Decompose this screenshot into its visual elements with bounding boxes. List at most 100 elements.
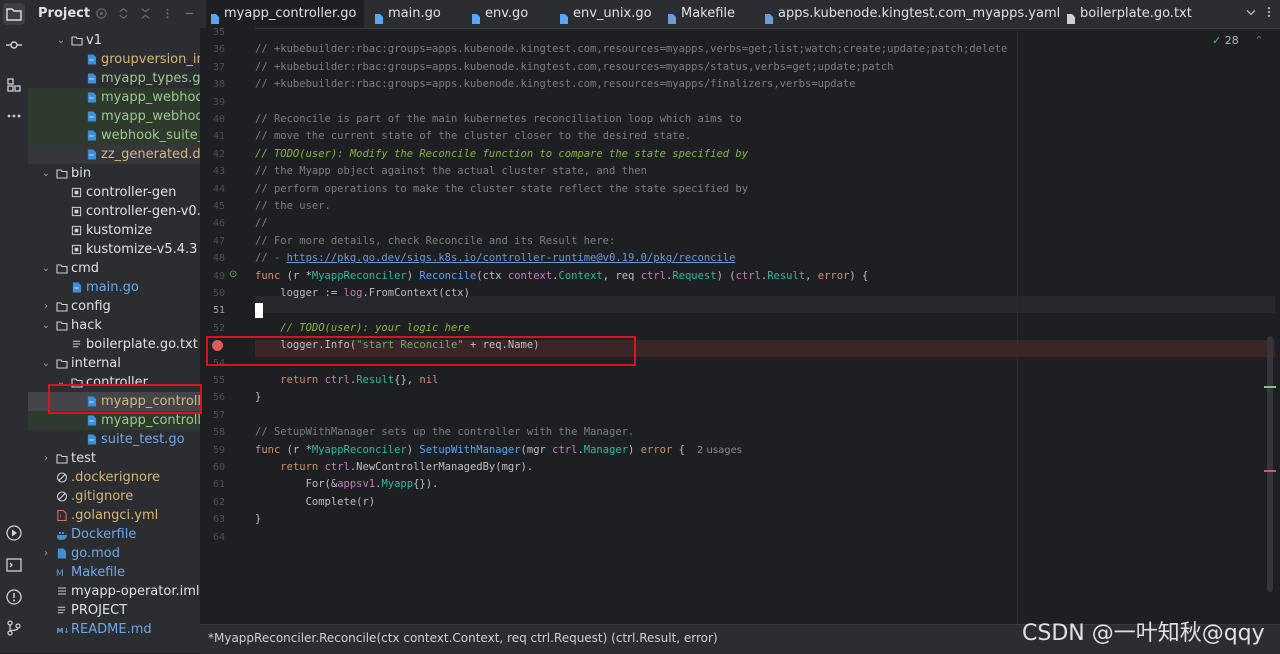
usages-hint[interactable]: 2 usages <box>697 442 742 459</box>
line-number[interactable]: 41 <box>200 128 225 145</box>
code-line[interactable]: // Reconcile is part of the main kuberne… <box>255 111 742 128</box>
tree-folder[interactable]: ⌄ v1 <box>28 31 200 50</box>
code-line[interactable]: return ctrl.Result{}, nil <box>255 372 438 389</box>
code-line[interactable]: } <box>255 511 261 528</box>
breadcrumb[interactable]: *MyappReconciler.Reconcile(ctx context.C… <box>208 628 718 648</box>
commit-icon[interactable] <box>3 34 25 56</box>
code-line[interactable]: // <box>255 215 268 232</box>
editor-menu-icon[interactable] <box>1262 4 1280 22</box>
line-number[interactable]: 36 <box>200 41 225 58</box>
line-number[interactable]: 56 <box>200 389 225 406</box>
chevron-right-icon[interactable]: › <box>41 449 51 468</box>
code-line[interactable]: func (r *MyappReconciler) Reconcile(ctx … <box>255 268 868 285</box>
tree-file[interactable]: › go.mod <box>28 544 200 563</box>
tree-file[interactable]: boilerplate.go.txt <box>28 335 200 354</box>
line-number[interactable]: 35 <box>200 24 225 41</box>
code-line[interactable]: // the user. <box>255 198 331 215</box>
chevron-up-icon[interactable]: ⌃ <box>1254 34 1263 47</box>
line-number[interactable]: 42 <box>200 146 225 163</box>
tree-folder[interactable]: ⌄ bin <box>28 164 200 183</box>
problems-icon[interactable] <box>3 586 25 608</box>
chevron-right-icon[interactable]: › <box>41 297 51 316</box>
chevron-down-icon[interactable]: ⌄ <box>41 316 51 335</box>
line-number[interactable]: 39 <box>200 94 225 111</box>
tree-file[interactable]: myapp_types.go <box>28 69 200 88</box>
code-line[interactable]: logger := log.FromContext(ctx) <box>255 285 470 302</box>
options-icon[interactable] <box>160 6 174 20</box>
line-number[interactable]: 63 <box>200 511 225 528</box>
tree-folder[interactable]: ⌄ internal <box>28 354 200 373</box>
code-line[interactable]: // the Myapp object against the actual c… <box>255 163 647 180</box>
code-line[interactable]: // +kubebuilder:rbac:groups=apps.kubenod… <box>255 59 893 76</box>
tab-apps-kubenode-kingtest-com-myapps-yaml[interactable]: apps.kubenode.kingtest.com_myapps.yaml <box>760 0 1060 28</box>
more-tools-icon[interactable] <box>3 105 25 127</box>
code-line[interactable]: } <box>255 389 261 406</box>
structure-icon[interactable] <box>3 74 25 96</box>
tree-file[interactable]: PROJECT <box>28 601 200 620</box>
line-number[interactable]: 47 <box>200 233 225 250</box>
tree-file[interactable]: .gitignore <box>28 487 200 506</box>
collapse-all-icon[interactable] <box>138 6 152 20</box>
chevron-down-icon[interactable]: ⌄ <box>41 259 51 278</box>
chevron-down-icon[interactable]: ⌄ <box>56 31 66 50</box>
line-number[interactable]: 64 <box>200 529 225 546</box>
line-number[interactable]: 60 <box>200 459 225 476</box>
line-number[interactable]: 43 <box>200 163 225 180</box>
tree-folder[interactable]: › test <box>28 449 200 468</box>
tree-file[interactable]: M Makefile <box>28 563 200 582</box>
tree-file[interactable]: groupversion_info.go <box>28 50 200 69</box>
tree-folder[interactable]: ⌄ hack <box>28 316 200 335</box>
code-line[interactable]: For(&appsv1.Myapp{}). <box>255 476 439 493</box>
run-icon[interactable] <box>3 522 25 544</box>
tab-boilerplate-go-txt[interactable]: boilerplate.go.txt <box>1062 0 1197 28</box>
code-line[interactable]: Complete(r) <box>255 494 376 511</box>
tree-file[interactable]: ! .golangci.yml <box>28 506 200 525</box>
tab-env-unix-go[interactable]: env_unix.go <box>555 0 655 28</box>
hide-panel-icon[interactable] <box>182 6 196 20</box>
expand-all-icon[interactable] <box>116 6 130 20</box>
tab-makefile[interactable]: Makefile <box>663 0 753 28</box>
tree-file[interactable]: zz_generated.deepcopy.go <box>28 145 200 164</box>
tree-file[interactable]: Dockerfile <box>28 525 200 544</box>
tree-folder[interactable]: › config <box>28 297 200 316</box>
code-line[interactable]: // +kubebuilder:rbac:groups=apps.kubenod… <box>255 41 1007 58</box>
line-number[interactable]: 49 <box>200 268 225 285</box>
line-number[interactable]: 62 <box>200 494 225 511</box>
code-view[interactable]: // +kubebuilder:rbac:groups=apps.kubenod… <box>255 28 1275 624</box>
line-number[interactable]: 58 <box>200 424 225 441</box>
code-line[interactable]: // SetupWithManager sets up the controll… <box>255 424 634 441</box>
tree-file[interactable]: myapp_webhook_test.go <box>28 107 200 126</box>
chevron-down-icon[interactable]: ⌄ <box>41 354 51 373</box>
line-number[interactable]: 50 <box>200 285 225 302</box>
locate-icon[interactable] <box>94 6 108 20</box>
tree-folder[interactable]: ⌄ cmd <box>28 259 200 278</box>
implements-icon[interactable]: ⊙ <box>229 269 237 280</box>
line-number[interactable]: 59 <box>200 442 225 459</box>
line-number[interactable]: 46 <box>200 215 225 232</box>
tree-file[interactable]: kustomize-v5.4.3 <box>28 240 200 259</box>
tab-main-go[interactable]: main.go <box>370 0 460 28</box>
code-line[interactable]: return ctrl.NewControllerManagedBy(mgr). <box>255 459 533 476</box>
tree-file[interactable]: kustomize <box>28 221 200 240</box>
code-line[interactable]: // - https://pkg.go.dev/sigs.k8s.io/cont… <box>255 250 735 267</box>
line-number[interactable]: 44 <box>200 181 225 198</box>
line-number[interactable]: 52 <box>200 320 225 337</box>
tab-env-go[interactable]: env.go <box>467 0 547 28</box>
tree-file[interactable]: webhook_suite_test.go <box>28 126 200 145</box>
tree-file[interactable]: myapp-operator.iml <box>28 582 200 601</box>
tree-file[interactable]: main.go <box>28 278 200 297</box>
tab-overflow-icon[interactable] <box>1244 4 1262 22</box>
line-number[interactable]: 40 <box>200 111 225 128</box>
tree-file[interactable]: .dockerignore <box>28 468 200 487</box>
code-line[interactable]: // move the current state of the cluster… <box>255 128 691 145</box>
tree-file[interactable]: controller-gen-v0. <box>28 202 200 221</box>
line-number[interactable]: 38 <box>200 76 225 93</box>
tree-file[interactable]: controller-gen <box>28 183 200 202</box>
line-number[interactable]: 61 <box>200 476 225 493</box>
line-number[interactable]: 57 <box>200 407 225 424</box>
project-folder-icon[interactable] <box>3 3 25 25</box>
terminal-icon[interactable] <box>3 554 25 576</box>
code-line[interactable]: // For more details, check Reconcile and… <box>255 233 615 250</box>
line-number[interactable]: 48 <box>200 250 225 267</box>
tree-file[interactable]: suite_test.go <box>28 430 200 449</box>
